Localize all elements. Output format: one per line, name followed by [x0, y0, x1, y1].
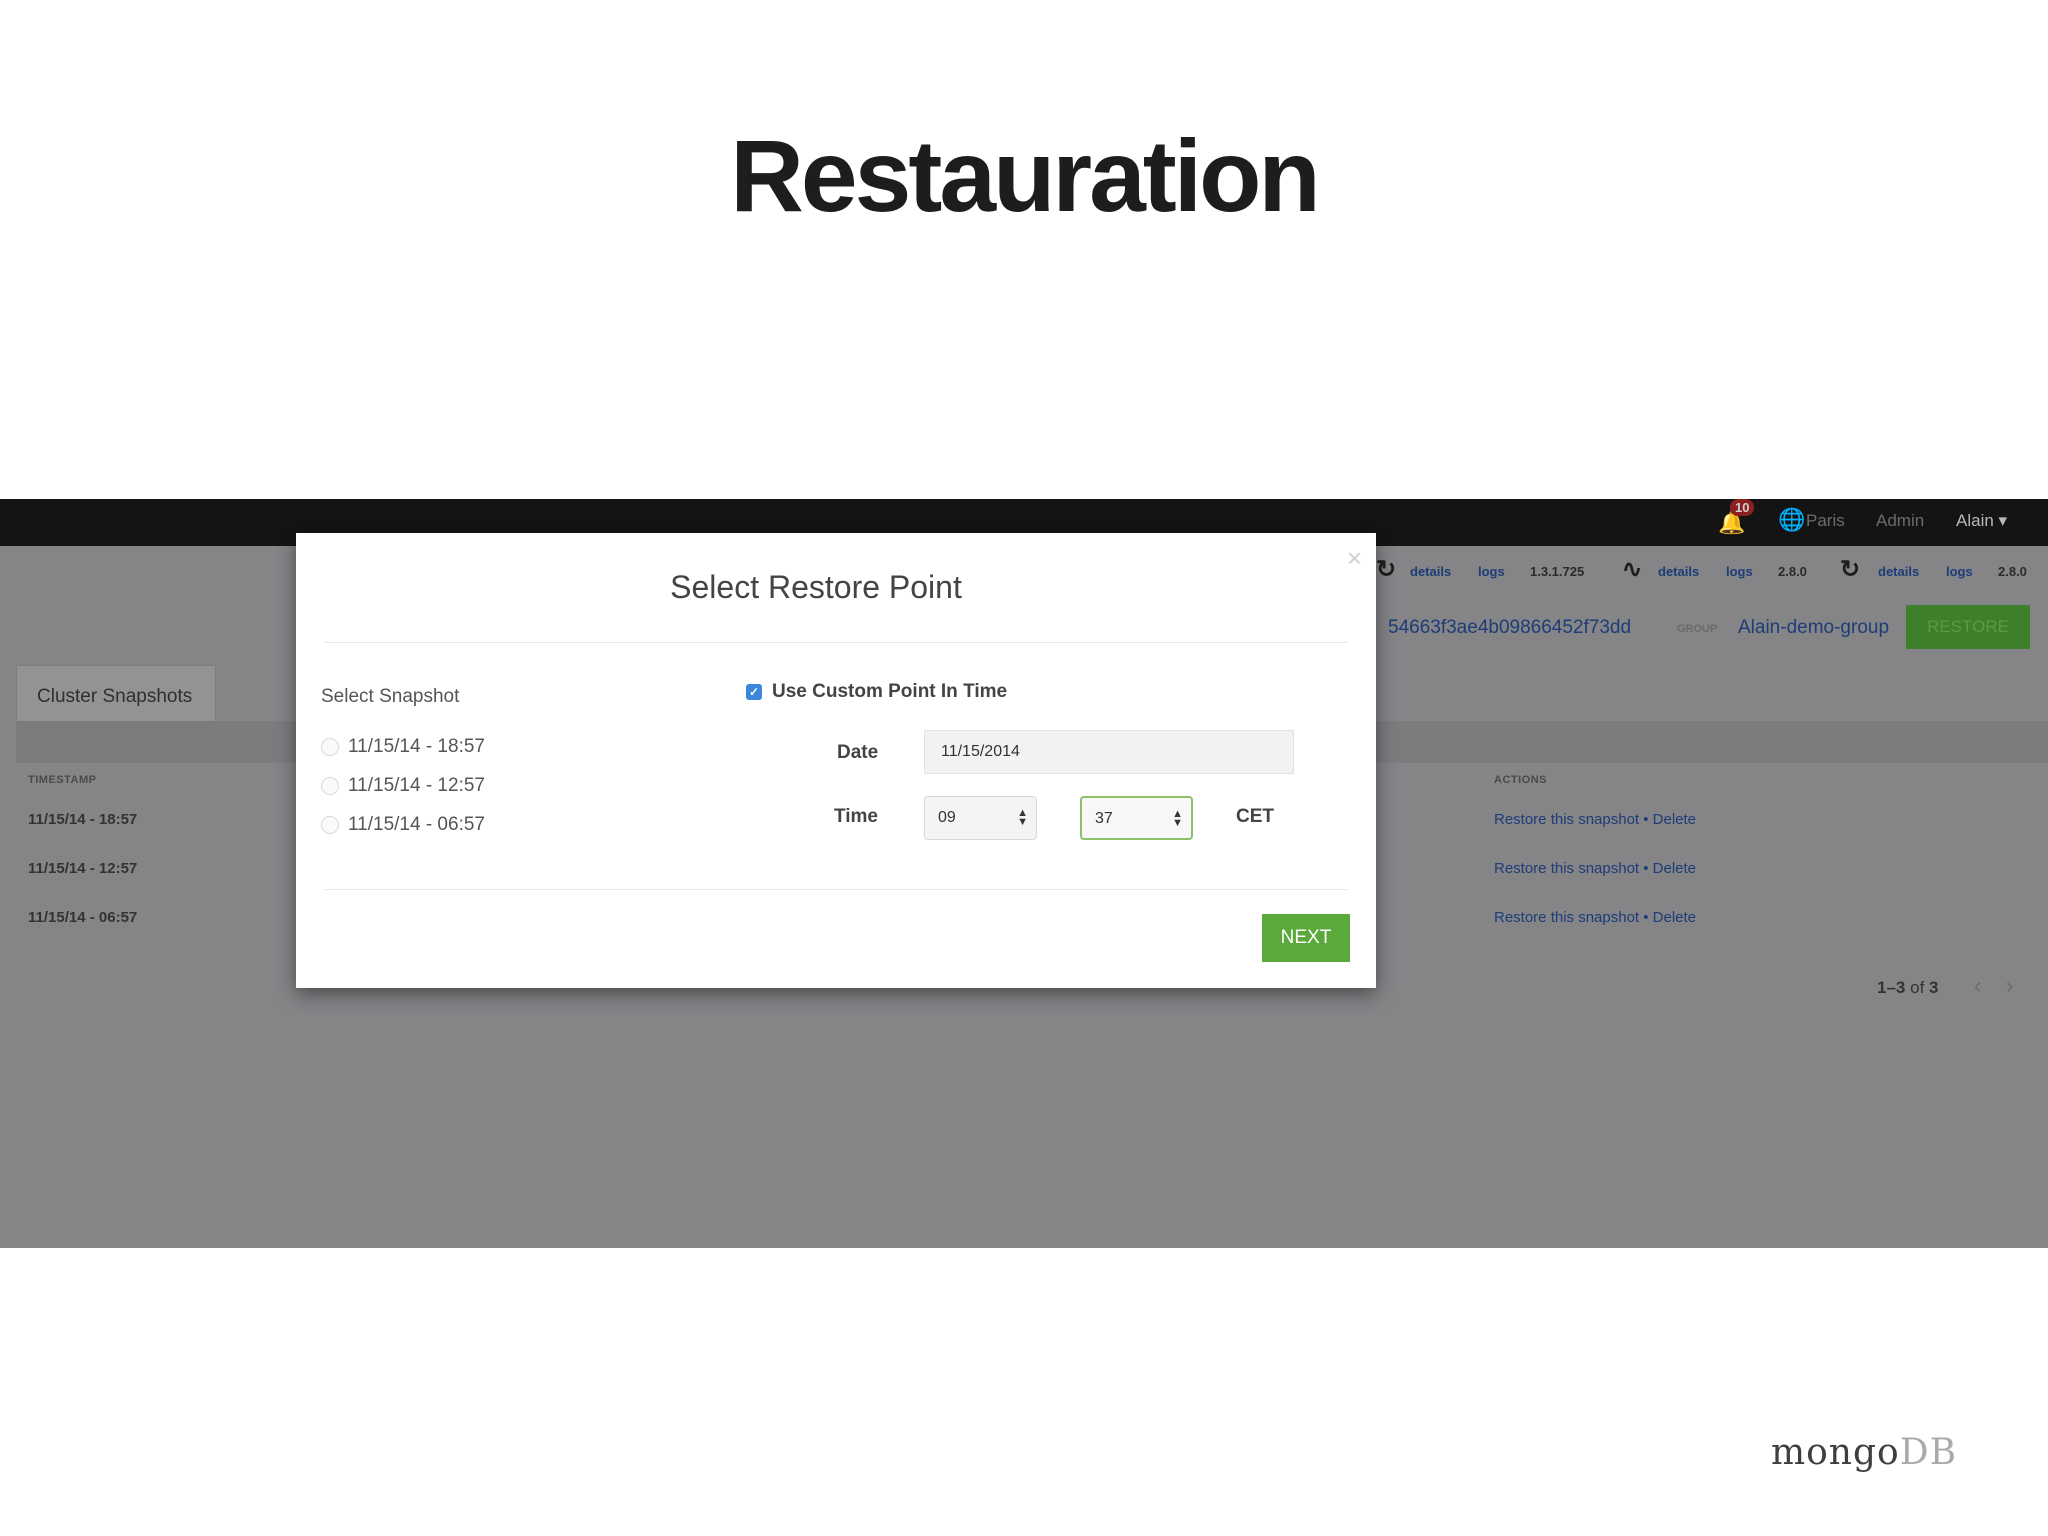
chevron-right-icon[interactable]: ›	[2006, 973, 2013, 999]
hour-value: 09	[938, 809, 956, 826]
group-name-link[interactable]: Alain-demo-group	[1738, 617, 1889, 639]
pagination-range: 1–3	[1877, 978, 1906, 997]
status-details-link-1[interactable]: details	[1410, 564, 1451, 579]
status-details-link-2[interactable]: details	[1658, 564, 1699, 579]
automation-agent-icon: ↻	[1840, 556, 1861, 583]
radio-button[interactable]	[321, 815, 339, 834]
radio-button[interactable]	[321, 737, 339, 756]
timezone-label: CET	[1236, 806, 1274, 827]
checkbox-checked-icon[interactable]: ✓	[746, 683, 762, 700]
status-version-1: 1.3.1.725	[1530, 564, 1585, 579]
custom-point-option[interactable]: ✓ Use Custom Point In Time	[746, 681, 1007, 703]
tab-cluster-snapshots[interactable]: Cluster Snapshots	[16, 665, 216, 721]
pagination-label: 1–3 of 3	[1877, 978, 1939, 998]
snapshot-option-label: 11/15/14 - 12:57	[348, 775, 485, 796]
backup-agent-icon: ↻	[1376, 556, 1397, 583]
select-arrows-icon: ▲ ▼	[1172, 808, 1183, 829]
snapshot-option-label: 11/15/14 - 18:57	[348, 736, 485, 757]
close-icon[interactable]: ×	[1347, 543, 1362, 574]
status-version-2: 2.8.0	[1778, 564, 1807, 579]
divider	[324, 642, 1348, 643]
nav-user-menu[interactable]: Alain ▾	[1956, 511, 2007, 531]
nav-admin[interactable]: Admin	[1876, 511, 1924, 531]
restore-button[interactable]: RESTORE	[1906, 605, 2030, 649]
date-field[interactable]: 11/15/2014	[924, 730, 1294, 774]
slide: Restauration 🔔 10 🌐 Paris Admin Alain ▾ …	[0, 0, 2048, 1536]
slide-title: Restauration	[730, 119, 1320, 233]
snapshot-option-label: 11/15/14 - 06:57	[348, 814, 485, 835]
dialog-title: Select Restore Point	[670, 569, 962, 605]
column-header-timestamp: TIMESTAMP	[28, 774, 97, 786]
custom-point-label: Use Custom Point In Time	[772, 681, 1008, 702]
snapshot-option[interactable]: 11/15/14 - 18:57	[321, 736, 485, 758]
table-row-timestamp: 11/15/14 - 12:57	[28, 860, 138, 877]
logo-suffix: DB	[1899, 1432, 1958, 1473]
tab-label: Cluster Snapshots	[37, 686, 193, 707]
snapshot-option[interactable]: 11/15/14 - 06:57	[321, 814, 485, 836]
cluster-id: 54663f3ae4b09866452f73dd	[1388, 617, 1632, 638]
status-logs-link-1[interactable]: logs	[1478, 564, 1505, 579]
select-arrows-icon: ▲ ▼	[1017, 807, 1028, 828]
group-label: GROUP	[1677, 623, 1718, 635]
globe-icon: 🌐	[1778, 507, 1806, 532]
date-label: Date	[837, 742, 879, 763]
time-label: Time	[834, 806, 879, 827]
next-button[interactable]: NEXT	[1262, 914, 1350, 962]
radio-button[interactable]	[321, 776, 339, 795]
table-row-actions[interactable]: Restore this snapshot • Delete	[1494, 909, 1696, 926]
table-row-timestamp: 11/15/14 - 18:57	[28, 811, 138, 828]
minute-select[interactable]: 37 ▲ ▼	[1080, 796, 1193, 840]
table-row-timestamp: 11/15/14 - 06:57	[28, 909, 138, 926]
status-logs-link-2[interactable]: logs	[1726, 564, 1753, 579]
hour-select[interactable]: 09 ▲ ▼	[924, 796, 1037, 840]
status-details-link-3[interactable]: details	[1878, 564, 1919, 579]
minute-value: 37	[1095, 810, 1113, 827]
app-screenshot: 🔔 10 🌐 Paris Admin Alain ▾ ↻ details log…	[0, 499, 2048, 1248]
mongodb-logo: mongoDB	[1771, 1432, 1957, 1473]
logo-text: mongo	[1771, 1432, 1900, 1473]
snapshot-option[interactable]: 11/15/14 - 12:57	[321, 775, 485, 797]
select-snapshot-label: Select Snapshot	[321, 686, 460, 707]
monitoring-agent-icon: ∿	[1622, 556, 1643, 583]
chevron-left-icon[interactable]: ‹	[1974, 973, 1981, 999]
table-row-actions[interactable]: Restore this snapshot • Delete	[1494, 811, 1696, 828]
pagination-total: 3	[1929, 978, 1939, 997]
divider	[324, 889, 1348, 890]
select-restore-point-dialog: × Select Restore Point Select Snapshot 1…	[296, 533, 1376, 988]
nav-location[interactable]: Paris	[1806, 511, 1845, 531]
notification-badge: 10	[1730, 499, 1755, 516]
status-version-3: 2.8.0	[1998, 564, 2027, 579]
column-header-actions: ACTIONS	[1494, 774, 1547, 786]
status-logs-link-3[interactable]: logs	[1946, 564, 1973, 579]
table-row-actions[interactable]: Restore this snapshot • Delete	[1494, 860, 1696, 877]
pagination-of: of	[1910, 978, 1925, 997]
